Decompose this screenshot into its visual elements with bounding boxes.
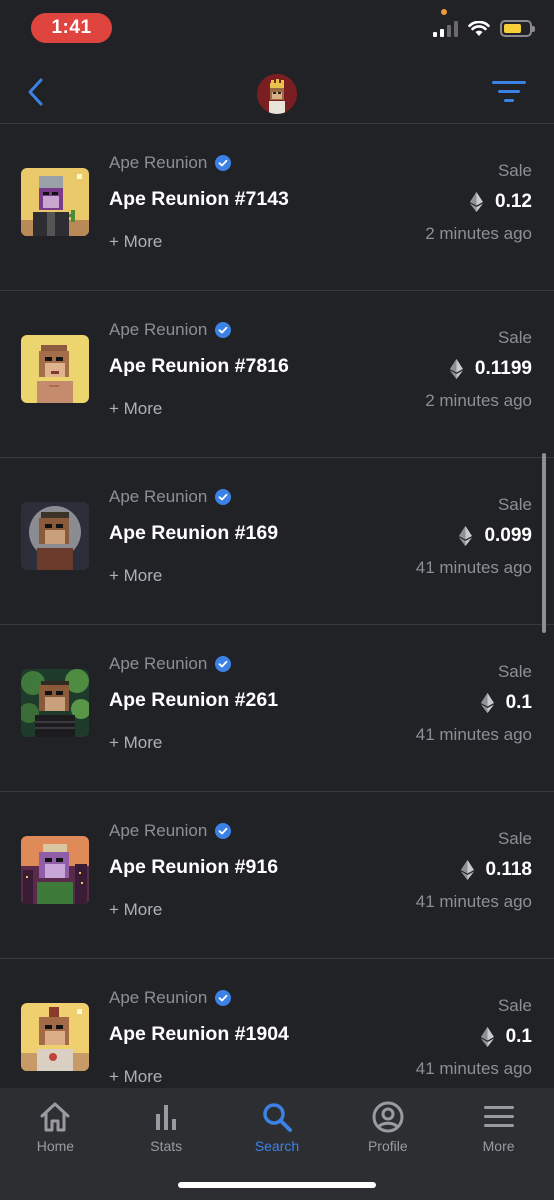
tab-label: More <box>482 1138 515 1154</box>
profile-icon <box>372 1101 404 1133</box>
privacy-indicator-dot <box>441 9 447 15</box>
price-row: 0.1 <box>480 1026 532 1048</box>
battery-icon <box>500 20 535 37</box>
sale-timestamp: 41 minutes ago <box>415 1059 532 1078</box>
tab-label: Stats <box>150 1138 183 1154</box>
ethereum-icon <box>480 693 494 713</box>
price-row: 0.099 <box>459 525 532 547</box>
scrollbar[interactable] <box>542 453 546 633</box>
nft-title[interactable]: Ape Reunion #169 <box>109 522 278 545</box>
status-icons <box>433 20 535 37</box>
collection-name: Ape Reunion <box>109 654 208 673</box>
tab-label: Search <box>254 1138 300 1154</box>
more-link[interactable]: + More <box>109 399 162 419</box>
sale-price: 0.118 <box>485 859 533 880</box>
tab-home[interactable]: Home <box>0 1088 111 1200</box>
menu-icon <box>483 1106 514 1127</box>
price-row: 0.118 <box>460 859 533 881</box>
verified-badge-icon <box>215 322 232 338</box>
collection-row: Ape Reunion <box>109 320 232 340</box>
event-type-label: Sale <box>497 996 532 1015</box>
nft-thumbnail[interactable] <box>21 168 89 236</box>
verified-badge-icon <box>215 489 232 505</box>
search-icon <box>263 1103 292 1132</box>
event-type-label: Sale <box>497 161 532 180</box>
price-row: 0.1199 <box>449 358 532 380</box>
event-type-label: Sale <box>497 328 532 347</box>
price-row: 0.12 <box>470 191 532 213</box>
event-type-label: Sale <box>497 662 532 681</box>
tab-more[interactable]: More <box>443 1088 554 1200</box>
event-type-label: Sale <box>497 829 532 848</box>
collection-name: Ape Reunion <box>109 988 208 1007</box>
ethereum-icon <box>460 860 474 880</box>
collection-row: Ape Reunion <box>109 487 232 507</box>
sale-list-item[interactable]: Ape Reunion Ape Reunion #169 + More Sale… <box>0 458 554 625</box>
collection-row: Ape Reunion <box>109 153 232 173</box>
sale-list-item[interactable]: Ape Reunion Ape Reunion #7143 + More Sal… <box>0 124 554 291</box>
nft-title[interactable]: Ape Reunion #1904 <box>109 1023 289 1046</box>
verified-badge-icon <box>215 155 232 171</box>
nft-title[interactable]: Ape Reunion #916 <box>109 856 278 879</box>
sale-timestamp: 41 minutes ago <box>415 558 532 577</box>
cellular-signal-icon <box>433 20 458 37</box>
ethereum-icon <box>480 1027 494 1047</box>
collection-row: Ape Reunion <box>109 821 232 841</box>
collection-name: Ape Reunion <box>109 320 208 339</box>
collection-avatar[interactable] <box>257 74 297 114</box>
collection-row: Ape Reunion <box>109 988 232 1008</box>
sale-price: 0.1 <box>505 692 532 713</box>
nft-thumbnail[interactable] <box>21 1003 89 1071</box>
more-link[interactable]: + More <box>109 900 162 920</box>
nav-header <box>0 56 554 124</box>
wifi-icon <box>468 20 490 36</box>
back-button[interactable] <box>22 76 50 108</box>
ethereum-icon <box>470 192 484 212</box>
more-link[interactable]: + More <box>109 232 162 252</box>
tab-label: Home <box>36 1138 75 1154</box>
nft-title[interactable]: Ape Reunion #261 <box>109 689 278 712</box>
nft-thumbnail[interactable] <box>21 669 89 737</box>
ethereum-icon <box>459 526 473 546</box>
filter-button[interactable] <box>492 80 526 104</box>
sale-list-item[interactable]: Ape Reunion Ape Reunion #7816 + More Sal… <box>0 291 554 458</box>
status-time: 1:41 <box>31 13 112 43</box>
more-link[interactable]: + More <box>109 566 162 586</box>
nft-title[interactable]: Ape Reunion #7143 <box>109 188 289 211</box>
sale-price: 0.1 <box>505 1026 532 1047</box>
ethereum-icon <box>449 359 463 379</box>
sale-price: 0.1199 <box>474 358 532 379</box>
home-indicator[interactable] <box>178 1182 376 1188</box>
tab-label: Profile <box>367 1138 408 1154</box>
sale-price: 0.099 <box>484 525 532 546</box>
verified-badge-icon <box>215 990 232 1006</box>
collection-name: Ape Reunion <box>109 821 208 840</box>
sale-timestamp: 41 minutes ago <box>415 725 532 744</box>
collection-name: Ape Reunion <box>109 153 208 172</box>
stats-icon <box>156 1105 177 1130</box>
collection-row: Ape Reunion <box>109 654 232 674</box>
sale-price: 0.12 <box>495 191 532 212</box>
nft-thumbnail[interactable] <box>21 335 89 403</box>
sale-list-item[interactable]: Ape Reunion Ape Reunion #261 + More Sale… <box>0 625 554 792</box>
nft-thumbnail[interactable] <box>21 502 89 570</box>
event-type-label: Sale <box>497 495 532 514</box>
more-link[interactable]: + More <box>109 733 162 753</box>
collection-name: Ape Reunion <box>109 487 208 506</box>
sale-list-item[interactable]: Ape Reunion Ape Reunion #1904 + More Sal… <box>0 959 554 1088</box>
sale-list-item[interactable]: Ape Reunion Ape Reunion #916 + More Sale… <box>0 792 554 959</box>
sales-list[interactable]: Ape Reunion Ape Reunion #7143 + More Sal… <box>0 124 554 1088</box>
status-bar: 1:41 <box>0 0 554 56</box>
price-row: 0.1 <box>480 692 532 714</box>
nft-thumbnail[interactable] <box>21 836 89 904</box>
verified-badge-icon <box>215 656 232 672</box>
sale-timestamp: 2 minutes ago <box>425 224 532 243</box>
sale-timestamp: 2 minutes ago <box>425 391 532 410</box>
verified-badge-icon <box>215 823 232 839</box>
sale-timestamp: 41 minutes ago <box>415 892 532 911</box>
home-icon <box>40 1102 70 1132</box>
more-link[interactable]: + More <box>109 1067 162 1087</box>
nft-title[interactable]: Ape Reunion #7816 <box>109 355 289 378</box>
